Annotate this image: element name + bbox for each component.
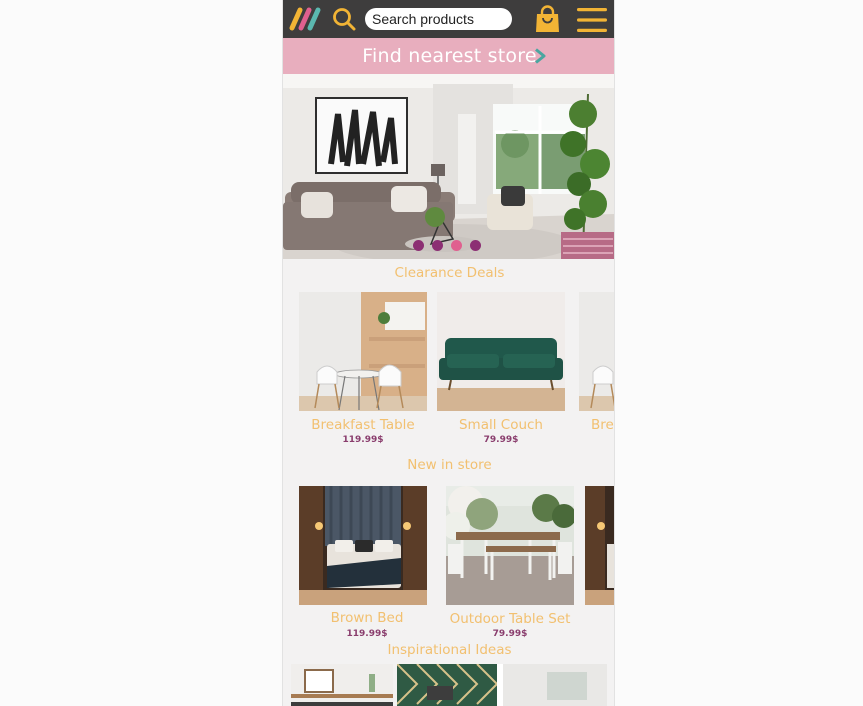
product-name[interactable]: Brea — [579, 417, 614, 433]
product-name[interactable]: Brown Bed — [299, 610, 427, 626]
carousel-dot[interactable] — [451, 240, 462, 251]
shopping-bag-icon[interactable] — [534, 5, 561, 33]
top-navigation-bar — [283, 0, 614, 38]
product-name[interactable]: Small Couch — [437, 417, 565, 433]
outdoor-table-set-image[interactable] — [446, 486, 574, 605]
brown-bed-image[interactable] — [299, 486, 427, 605]
product-price: 79.99$ — [492, 629, 528, 639]
chevron-right-icon — [535, 48, 546, 64]
new-in-store-title: New in store — [407, 457, 492, 473]
product-name[interactable]: Breakfast Table — [299, 417, 427, 433]
product-price: 119.99$ — [346, 629, 388, 639]
carousel-dot[interactable] — [470, 240, 481, 251]
inspiration-image-shelves[interactable] — [291, 664, 393, 706]
find-nearest-store-banner[interactable]: Find nearest store — [283, 38, 614, 74]
hero-living-room-image[interactable] — [283, 74, 615, 259]
carousel-dot[interactable] — [413, 240, 424, 251]
small-couch-image[interactable] — [437, 292, 565, 411]
bed-image-partial[interactable] — [585, 486, 615, 605]
carousel-dot[interactable] — [432, 240, 443, 251]
inspirational-ideas-title: Inspirational Ideas — [387, 642, 512, 658]
product-name[interactable]: Outdoor Table Set — [438, 611, 582, 627]
hamburger-menu-icon[interactable] — [575, 6, 609, 34]
inspiration-image-green-room[interactable] — [397, 664, 607, 706]
clearance-deals-title: Clearance Deals — [394, 265, 505, 281]
search-icon[interactable] — [331, 6, 357, 32]
product-price: 119.99$ — [342, 435, 384, 445]
breakfast-table-image[interactable] — [299, 292, 427, 411]
find-nearest-store-label: Find nearest store — [362, 45, 537, 67]
breakfast-table-image-partial[interactable] — [579, 292, 615, 411]
search-input[interactable] — [365, 8, 512, 30]
product-price: 79.99$ — [483, 435, 519, 445]
mobile-app-screen: Find nearest store — [282, 0, 615, 706]
brand-logo-icon[interactable] — [289, 6, 323, 32]
